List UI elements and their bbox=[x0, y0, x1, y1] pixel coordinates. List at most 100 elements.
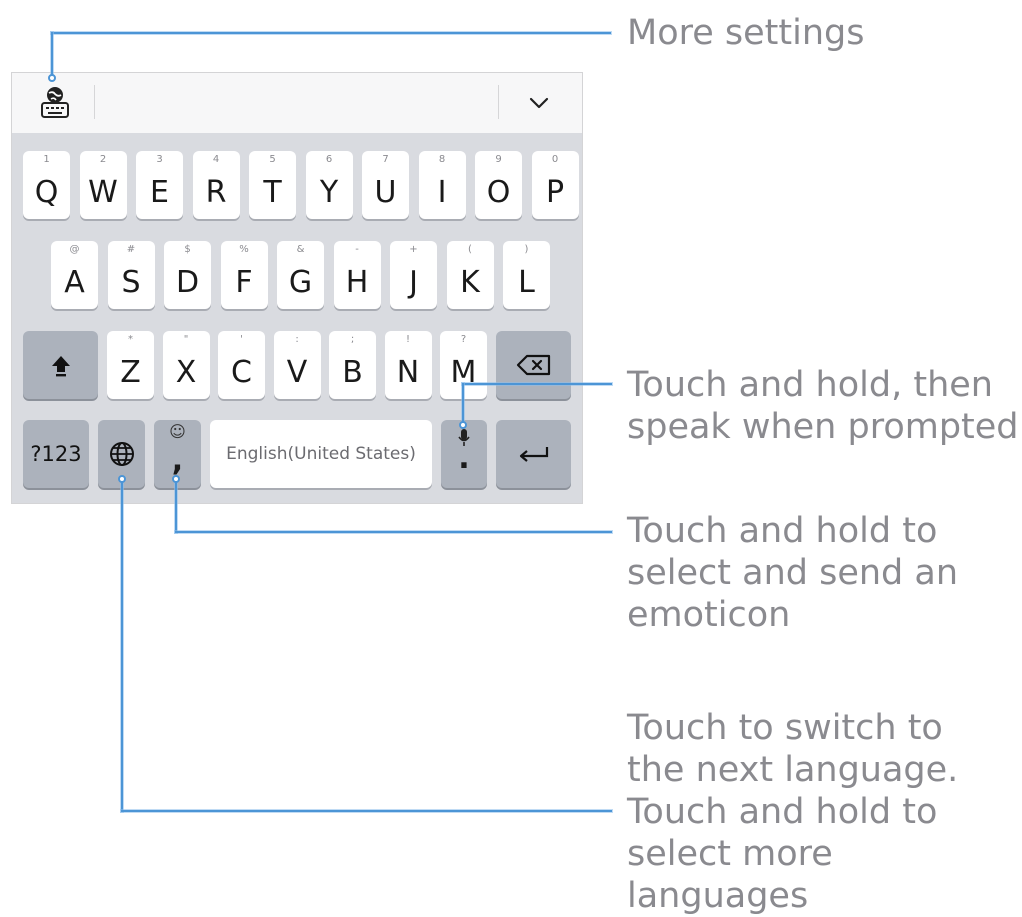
key-secondary-label: 6 bbox=[325, 154, 333, 165]
enter-arrow-icon bbox=[496, 420, 571, 488]
key-s[interactable]: # S bbox=[107, 241, 155, 309]
key-p[interactable]: 0P bbox=[531, 151, 579, 219]
backspace-key[interactable] bbox=[496, 331, 571, 399]
settings-globe-keyboard-icon[interactable] bbox=[37, 83, 73, 121]
key-primary-label: G bbox=[288, 265, 313, 300]
key-primary-label: W bbox=[88, 175, 118, 210]
key-primary-label: B bbox=[342, 355, 363, 390]
keyboard: 1Q2W3E4R5T6Y7U8I9O0P @ A # S $ D% F & G - H + J(K) L … bbox=[11, 72, 583, 504]
key-a[interactable]: @ A bbox=[51, 241, 98, 309]
callout-emoticon: Touch and hold to select and send an emo… bbox=[627, 511, 959, 635]
key-secondary-label: ' bbox=[240, 334, 243, 345]
key-primary-label: E bbox=[150, 175, 169, 210]
key-primary-label: N bbox=[396, 355, 420, 390]
key-b[interactable]: ; B bbox=[329, 331, 376, 399]
key-primary-label: R bbox=[205, 175, 227, 210]
key-primary-label: Z bbox=[120, 355, 141, 390]
callout-line-settings-vertical bbox=[51, 32, 53, 76]
key-primary-label: X bbox=[175, 355, 197, 390]
key-primary-label: A bbox=[64, 265, 85, 300]
key-secondary-label: ) bbox=[524, 244, 529, 255]
key-q[interactable]: 1Q bbox=[23, 151, 70, 219]
toolbar-divider bbox=[94, 85, 95, 119]
key-primary-label: S bbox=[121, 265, 141, 300]
space-key[interactable]: English(United States) bbox=[210, 420, 432, 488]
key-primary-label: H bbox=[345, 265, 369, 300]
key-c[interactable]: ' C bbox=[218, 331, 265, 399]
callout-dot-emoticon bbox=[172, 475, 180, 483]
key-primary-label: C bbox=[231, 355, 252, 390]
key-secondary-label: 1 bbox=[43, 154, 50, 165]
key-primary-label: J bbox=[409, 265, 418, 300]
key-w[interactable]: 2W bbox=[79, 151, 127, 219]
key-primary-label: T bbox=[263, 175, 282, 210]
key-n[interactable]: ! N bbox=[384, 331, 432, 399]
key-primary-label: D bbox=[175, 265, 200, 300]
key-secondary-label: ? bbox=[460, 334, 467, 345]
key-secondary-label: 7 bbox=[382, 154, 389, 165]
callout-line-emoticon-horizontal bbox=[175, 531, 612, 533]
key-primary-label: Q bbox=[34, 175, 59, 210]
callout-line-voice-horizontal bbox=[462, 383, 612, 385]
key-e[interactable]: 3E bbox=[136, 151, 183, 219]
key-secondary-label: & bbox=[296, 244, 305, 255]
callout-line-settings-horizontal bbox=[51, 32, 611, 34]
key-primary-label: L bbox=[518, 265, 535, 300]
key-l[interactable]: ) L bbox=[503, 241, 550, 309]
key-z[interactable]: * Z bbox=[107, 331, 154, 399]
chevron-down-icon[interactable] bbox=[526, 91, 552, 115]
emoticon-icon: ☺ bbox=[169, 422, 186, 441]
period-label: . bbox=[458, 441, 470, 476]
key-primary-label: I bbox=[437, 175, 447, 210]
key-secondary-label: @ bbox=[69, 244, 80, 255]
key-v[interactable]: :V bbox=[273, 331, 321, 399]
key-secondary-label: * bbox=[128, 334, 133, 345]
key-secondary-label: ( bbox=[468, 244, 472, 255]
shift-key[interactable] bbox=[23, 331, 98, 399]
key-g[interactable]: & G bbox=[277, 241, 324, 309]
key-u[interactable]: 7U bbox=[362, 151, 409, 219]
callout-line-language-horizontal bbox=[121, 810, 612, 812]
symbols-key-label: ?123 bbox=[30, 442, 82, 466]
key-x[interactable]: " X bbox=[162, 331, 210, 399]
callout-dot-voice bbox=[459, 421, 467, 429]
key-secondary-label: $ bbox=[184, 244, 191, 255]
key-primary-label: F bbox=[235, 265, 253, 300]
key-secondary-label: ! bbox=[405, 334, 410, 345]
key-primary-label: U bbox=[374, 175, 397, 210]
key-primary-label: P bbox=[545, 175, 565, 210]
key-primary-label: V bbox=[286, 355, 308, 390]
key-secondary-label: " bbox=[183, 334, 189, 345]
symbols-key[interactable]: ?123 bbox=[23, 420, 89, 488]
key-d[interactable]: $ D bbox=[164, 241, 211, 309]
callout-voice-input: Touch and hold, then speak when prompted bbox=[627, 365, 1019, 447]
key-secondary-label: % bbox=[239, 244, 249, 255]
toolbar-divider bbox=[498, 85, 499, 119]
key-secondary-label: 2 bbox=[99, 154, 107, 165]
callout-line-language-vertical bbox=[121, 478, 123, 812]
enter-key[interactable] bbox=[496, 420, 571, 488]
key-r[interactable]: 4R bbox=[192, 151, 240, 219]
keyboard-toolbar bbox=[12, 73, 582, 133]
key-secondary-label: 8 bbox=[438, 154, 446, 165]
key-secondary-label: 0 bbox=[551, 154, 559, 165]
key-secondary-label: ; bbox=[350, 334, 355, 345]
key-i[interactable]: 8I bbox=[418, 151, 466, 219]
key-secondary-label: # bbox=[126, 244, 136, 255]
key-t[interactable]: 5T bbox=[249, 151, 296, 219]
key-secondary-label: 4 bbox=[212, 154, 220, 165]
key-h[interactable]: -H bbox=[333, 241, 381, 309]
key-j[interactable]: + J bbox=[390, 241, 437, 309]
key-f[interactable]: % F bbox=[220, 241, 268, 309]
callout-dot-settings bbox=[48, 74, 56, 82]
key-primary-label: O bbox=[486, 175, 511, 210]
key-k[interactable]: (K bbox=[446, 241, 494, 309]
key-o[interactable]: 9O bbox=[475, 151, 522, 219]
period-voice-key[interactable]: . bbox=[441, 420, 487, 488]
key-primary-label: Y bbox=[319, 175, 339, 210]
callout-line-voice-vertical bbox=[462, 383, 464, 424]
callout-more-settings: More settings bbox=[627, 13, 865, 53]
key-y[interactable]: 6Y bbox=[305, 151, 353, 219]
key-secondary-label: + bbox=[409, 244, 418, 255]
key-secondary-label: - bbox=[355, 244, 359, 255]
